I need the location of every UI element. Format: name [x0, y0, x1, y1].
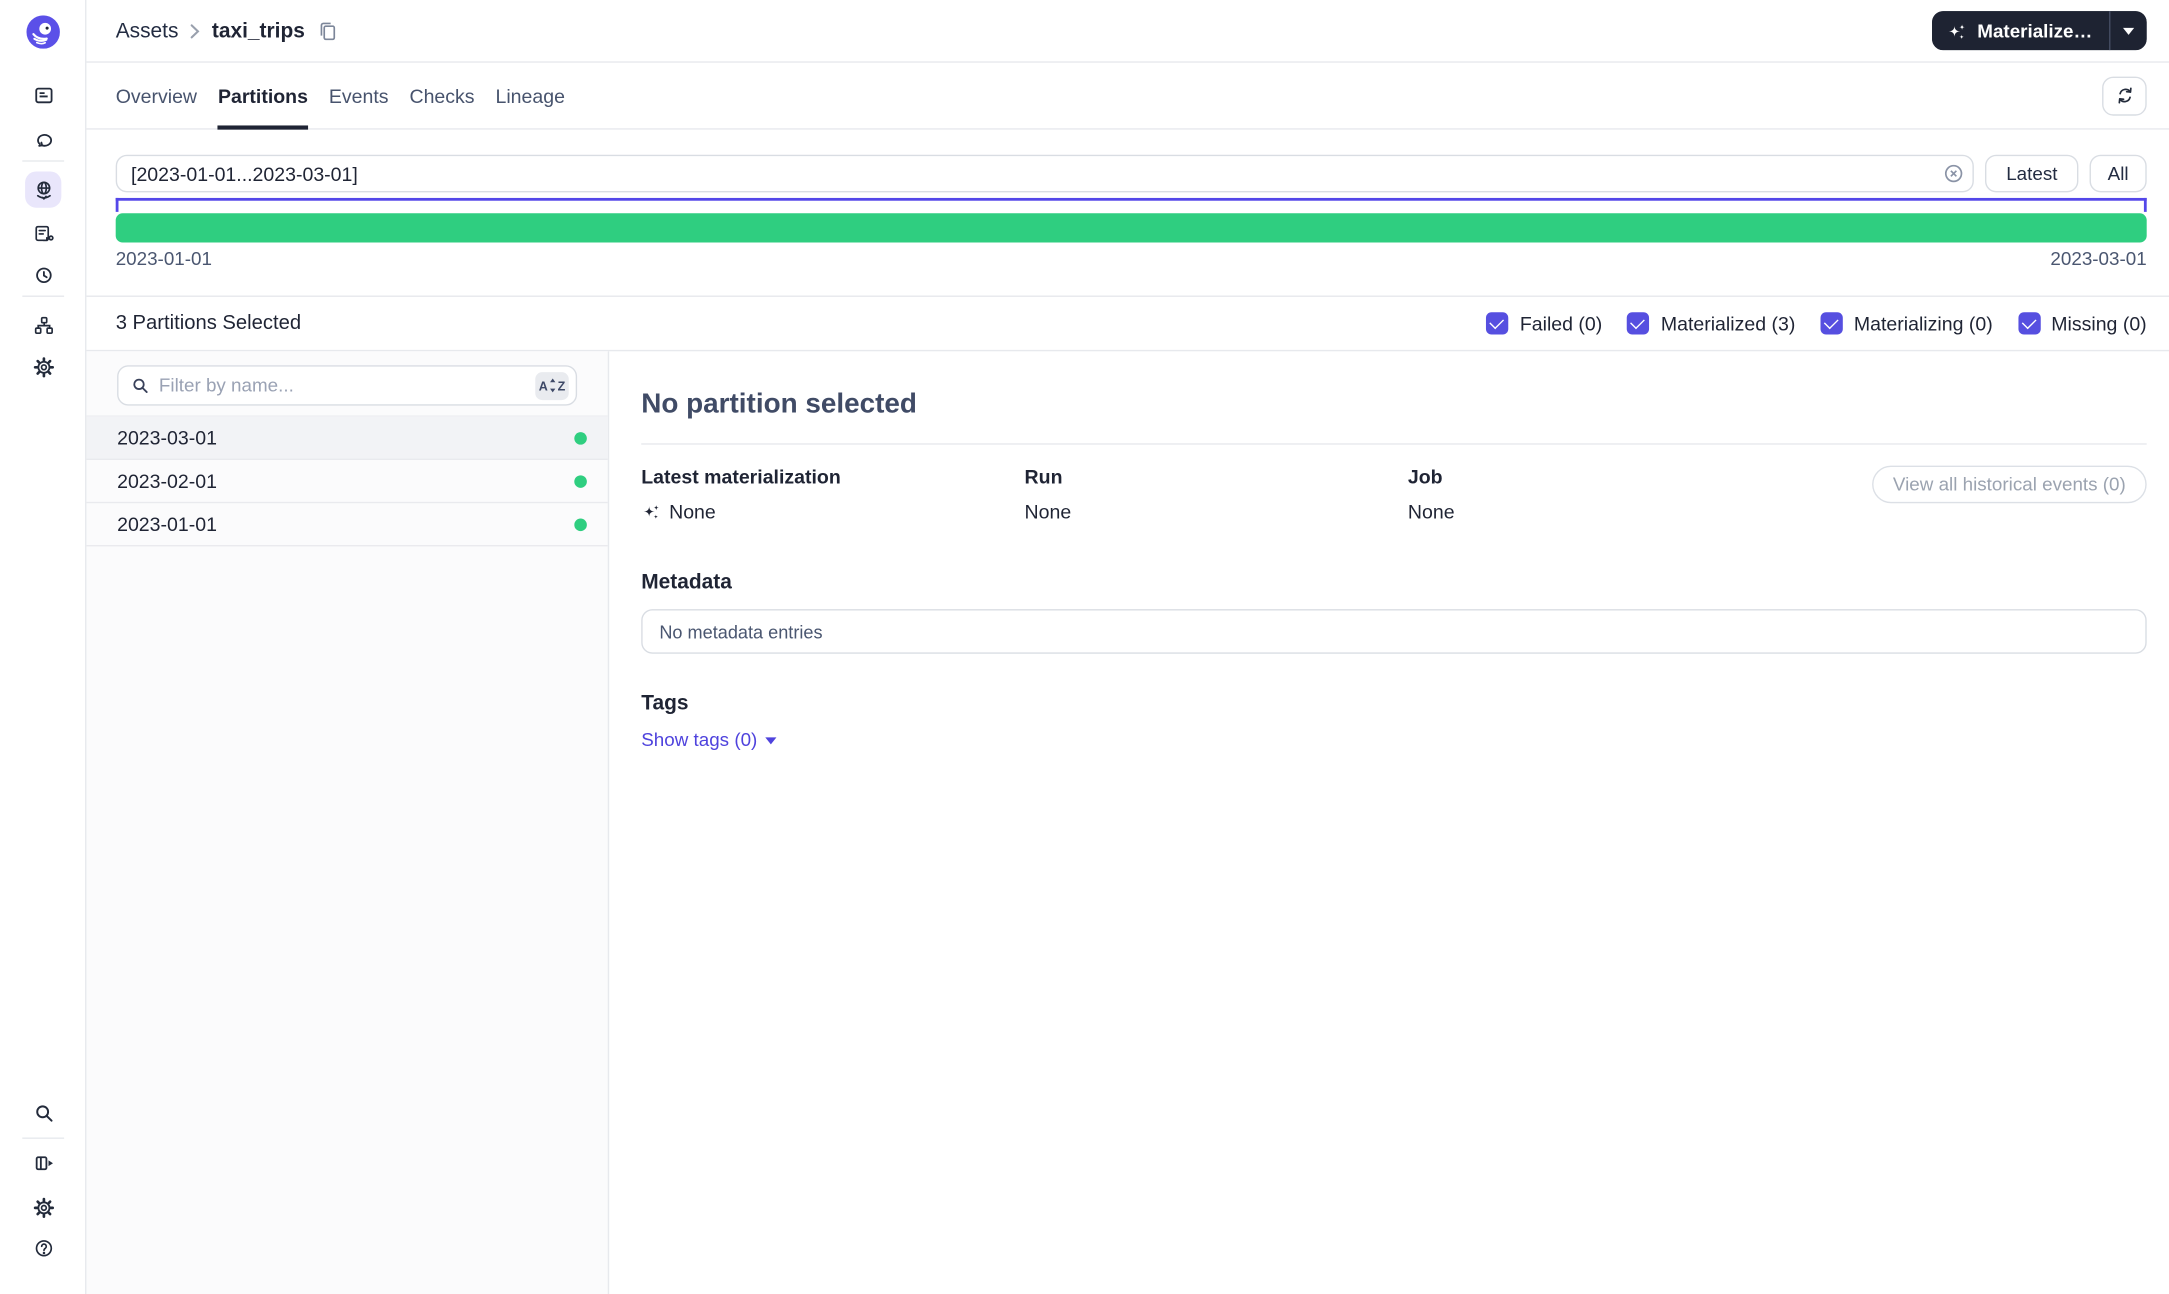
checkbox-checked[interactable] [2018, 312, 2040, 334]
page-header: Assets taxi_trips Mater [86, 0, 2169, 63]
content-split: A Z 2023-03-01 [86, 351, 2169, 1294]
settings-gear-icon[interactable] [25, 348, 61, 384]
materialize-dropdown-button[interactable] [2109, 11, 2147, 50]
chevron-down-icon [766, 737, 777, 744]
range-input-wrap [116, 155, 1974, 193]
partition-health-bar[interactable] [116, 213, 2147, 242]
partition-row[interactable]: 2023-03-01 [86, 417, 607, 460]
metadata-empty-text: No metadata entries [659, 621, 822, 642]
rail-divider [22, 160, 64, 161]
materialized-status-dot [574, 475, 587, 488]
sparkle-icon [641, 502, 661, 522]
partition-range-section: Latest All 2023-01-01 2023-03-01 [86, 130, 2169, 269]
settings-gear-icon[interactable] [25, 1189, 61, 1225]
selection-summary-bar: 3 Partitions Selected Failed (0) Materia… [86, 296, 2169, 352]
sparkle-icon [1947, 20, 1968, 41]
latest-button[interactable]: Latest [1985, 155, 2078, 193]
filter-materialized[interactable]: Materialized (3) [1627, 312, 1795, 334]
detail-summary-row: Latest materialization None Run N [641, 466, 2146, 523]
range-start-label: 2023-01-01 [116, 248, 212, 269]
range-end-label: 2023-03-01 [2050, 248, 2146, 269]
app-window: Assets taxi_trips Mater [0, 0, 2169, 1294]
divider [641, 443, 2146, 444]
materialized-status-dot [574, 518, 587, 531]
partition-list-panel: A Z 2023-03-01 [86, 351, 609, 1294]
breadcrumb: Assets taxi_trips [116, 19, 337, 43]
filter-failed[interactable]: Failed (0) [1486, 312, 1602, 334]
run-field: Run None [1025, 466, 1408, 523]
partition-detail-panel: No partition selected Latest materializa… [609, 351, 2169, 1294]
partition-row[interactable]: 2023-02-01 [86, 460, 607, 503]
refresh-button[interactable] [2102, 76, 2147, 115]
materialize-label: Materialize… [1977, 20, 2092, 41]
runs-loop-icon[interactable] [25, 120, 61, 156]
checkbox-checked[interactable] [1486, 312, 1508, 334]
tab-partitions[interactable]: Partitions [218, 63, 308, 129]
sort-arrows-icon [549, 378, 556, 393]
tab-events[interactable]: Events [329, 63, 389, 129]
status-filters: Failed (0) Materialized (3) Materializin… [1486, 312, 2146, 334]
asset-name: taxi_trips [212, 19, 305, 43]
overview-icon[interactable] [25, 77, 61, 113]
help-icon[interactable] [25, 1229, 61, 1265]
refresh-icon [2114, 85, 2135, 106]
materialize-split-button: Materialize… [1933, 11, 2147, 50]
metadata-heading: Metadata [641, 570, 2146, 594]
sort-alphabetical-button[interactable]: A Z [535, 371, 568, 399]
left-rail [0, 0, 86, 1294]
tabs-bar: Overview Partitions Events Checks Lineag… [86, 63, 2169, 130]
assets-globe-icon[interactable] [25, 171, 61, 207]
breadcrumb-assets-link[interactable]: Assets [116, 19, 179, 43]
partitions-selected-count: 3 Partitions Selected [116, 312, 301, 334]
schedules-clock-icon[interactable] [25, 256, 61, 292]
metadata-empty-box: No metadata entries [641, 609, 2146, 654]
clear-input-icon[interactable] [1943, 163, 1964, 184]
all-button[interactable]: All [2090, 155, 2147, 193]
chevron-down-icon [2123, 27, 2134, 34]
checkbox-checked[interactable] [1820, 312, 1842, 334]
range-labels: 2023-01-01 2023-03-01 [116, 248, 2147, 269]
job-field: Job None [1408, 466, 1455, 523]
dagster-logo[interactable] [26, 15, 59, 48]
tags-heading: Tags [641, 691, 2146, 715]
partition-range-input[interactable] [116, 155, 1974, 193]
materialize-button[interactable]: Materialize… [1933, 11, 2109, 50]
rail-divider [22, 296, 64, 297]
view-historical-events-button[interactable]: View all historical events (0) [1872, 466, 2147, 504]
main-area: Assets taxi_trips Mater [86, 0, 2169, 1294]
partition-filter-row: A Z [86, 351, 607, 417]
filter-missing[interactable]: Missing (0) [2018, 312, 2147, 334]
asset-tabs: Overview Partitions Events Checks Lineag… [116, 63, 565, 129]
show-tags-toggle[interactable]: Show tags (0) [641, 729, 777, 750]
latest-materialization-field: Latest materialization None [641, 466, 1024, 523]
chevron-right-icon [190, 23, 201, 38]
tab-lineage[interactable]: Lineage [495, 63, 564, 129]
tab-overview[interactable]: Overview [116, 63, 197, 129]
filter-materializing[interactable]: Materializing (0) [1820, 312, 1992, 334]
jobs-icon[interactable] [25, 215, 61, 251]
graph-icon[interactable] [25, 307, 61, 343]
partition-list: 2023-03-01 2023-02-01 2023-01-01 [86, 417, 607, 547]
search-icon [131, 376, 149, 394]
tab-checks[interactable]: Checks [409, 63, 474, 129]
rail-divider [22, 1137, 64, 1138]
expand-panel-icon[interactable] [25, 1144, 61, 1180]
materialized-status-dot [574, 431, 587, 444]
selection-range-indicator [116, 198, 2147, 212]
search-icon[interactable] [25, 1094, 61, 1130]
copy-icon[interactable] [317, 20, 337, 41]
partition-filter-input[interactable] [159, 375, 526, 396]
detail-title: No partition selected [641, 389, 2146, 421]
filter-input-wrap: A Z [117, 365, 577, 405]
checkbox-checked[interactable] [1627, 312, 1649, 334]
partition-row[interactable]: 2023-01-01 [86, 503, 607, 546]
